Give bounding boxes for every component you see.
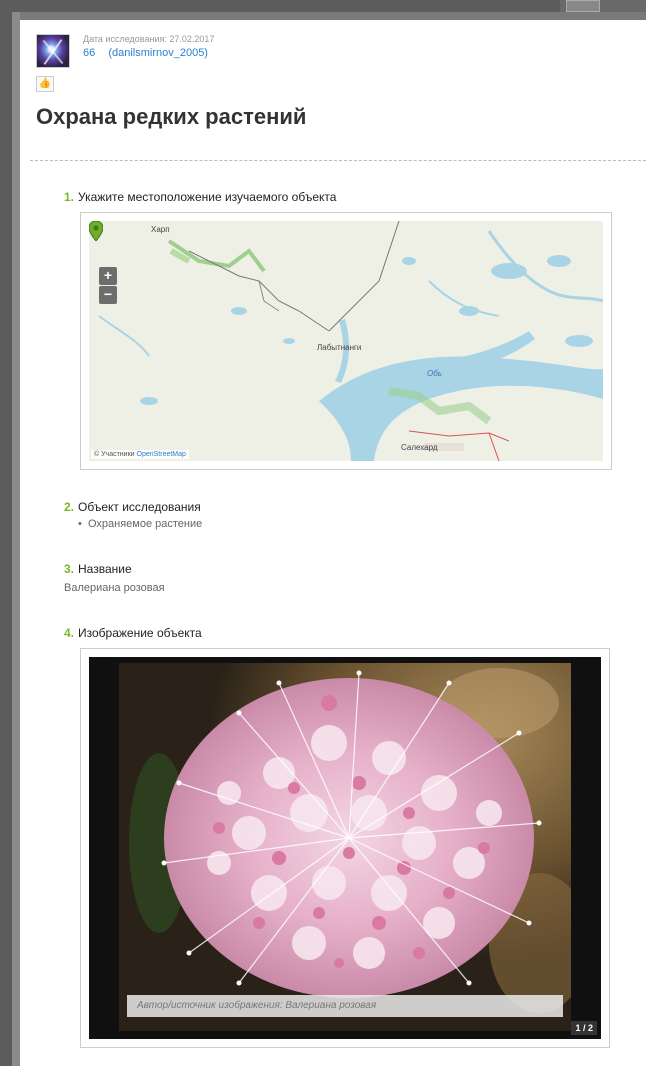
- flower-photo[interactable]: [119, 663, 571, 1031]
- research-date: Дата исследования: 27.02.2017: [83, 34, 215, 44]
- window-corner-button[interactable]: [566, 0, 600, 12]
- image-counter: 1 / 2: [571, 1021, 597, 1035]
- bullet-icon: •: [78, 518, 88, 530]
- window-inner-frame-top: [12, 12, 646, 20]
- like-button[interactable]: 👍: [36, 76, 54, 92]
- zoom-in-button[interactable]: +: [99, 267, 117, 285]
- question-1-title: 1. Укажите местоположение изучаемого объе…: [64, 190, 337, 204]
- map-tiles: [89, 221, 603, 461]
- question-2-title: 2. Объект исследования: [64, 500, 201, 514]
- window-inner-frame-left: [12, 12, 20, 1066]
- flower-image: [119, 663, 571, 1031]
- avatar[interactable]: [36, 34, 70, 68]
- location-map[interactable]: + − Харп Лабытнанги Обь Салехард © Участ…: [89, 221, 603, 461]
- question-3-title: 3. Название: [64, 562, 132, 576]
- osm-link[interactable]: OpenStreetMap: [137, 451, 186, 458]
- author-username[interactable]: (danilsmirnov_2005): [108, 47, 208, 59]
- question-2-answer: • Охраняемое растение: [78, 518, 203, 530]
- image-caption: Автор/источник изображения: Валериана ро…: [127, 995, 563, 1017]
- author-line: 66 (danilsmirnov_2005): [83, 47, 208, 59]
- author-score[interactable]: 66: [83, 47, 95, 59]
- gallery-viewer[interactable]: Автор/источник изображения: Валериана ро…: [89, 657, 601, 1039]
- zoom-out-button[interactable]: −: [99, 286, 117, 304]
- divider: [30, 160, 646, 161]
- window-frame-top: [0, 0, 646, 12]
- question-3-answer: Валериана розовая: [64, 582, 165, 594]
- thumbs-up-icon: 👍: [38, 78, 52, 89]
- map-label-kharp: Харп: [151, 225, 170, 234]
- map-label-ob: Обь: [427, 369, 442, 378]
- map-attribution: © Участники OpenStreetMap: [91, 450, 189, 459]
- image-gallery: Автор/источник изображения: Валериана ро…: [80, 648, 610, 1048]
- map-label-salekhard: Салехард: [401, 443, 438, 452]
- page-title: Охрана редких растений: [36, 104, 307, 129]
- question-4-title: 4. Изображение объекта: [64, 626, 202, 640]
- location-marker-icon[interactable]: [89, 221, 103, 241]
- map-label-labytnangi: Лабытнанги: [317, 343, 362, 352]
- map-container: + − Харп Лабытнанги Обь Салехард © Участ…: [80, 212, 612, 470]
